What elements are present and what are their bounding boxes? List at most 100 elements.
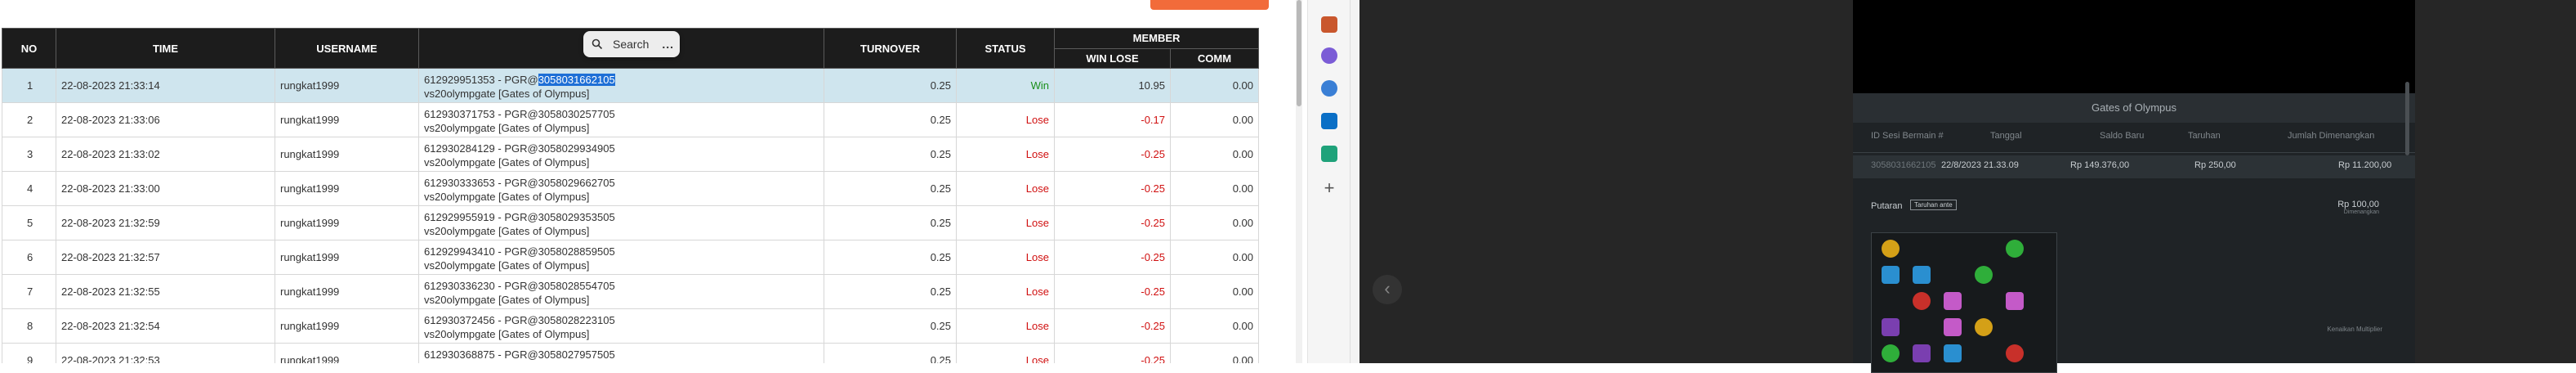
gem-symbol [1913, 292, 1931, 310]
action-button[interactable] [1150, 0, 1269, 10]
cell-status: Lose [956, 205, 1055, 240]
gem-symbol [1944, 344, 1962, 362]
cell-username: rungkat1999 [275, 240, 419, 275]
table-row[interactable]: 2 22-08-2023 21:33:06 rungkat1999 612930371… [2, 102, 1259, 137]
gem-symbol [1944, 318, 1962, 336]
cell-status: Lose [956, 274, 1055, 309]
session-bet: Rp 250,00 [2194, 160, 2236, 170]
cell-win-lose: -0.25 [1054, 274, 1171, 309]
cell-win-lose: -0.25 [1054, 137, 1171, 172]
slot-reel-grid [1871, 232, 2057, 373]
bet-history-report: NO TIME USERNAME TURNOVER STATUS MEMBER … [0, 0, 1307, 363]
cell-comm: 0.00 [1170, 68, 1259, 103]
cell-time: 22-08-2023 21:32:54 [56, 308, 275, 344]
cell-username: rungkat1999 [275, 102, 419, 137]
cell-win-lose: -0.25 [1054, 343, 1171, 363]
description-line-2: vs20olympgate [Gates of Olympus] [424, 155, 590, 169]
outlook-icon[interactable] [1321, 113, 1337, 129]
col-time: TIME [56, 28, 275, 69]
spin-win-caption: Dimenangkan [2343, 209, 2379, 215]
cell-win-lose: -0.25 [1054, 308, 1171, 344]
highlighted-round-id[interactable]: 3058031662105 [538, 73, 615, 86]
col-no: NO [2, 28, 56, 69]
gem-symbol [1882, 344, 1900, 362]
col-comm: COMM [1170, 47, 1259, 69]
hdr-amount-won: Jumlah Dimenangkan [2288, 131, 2375, 141]
cell-comm: 0.00 [1170, 205, 1259, 240]
table-row[interactable]: 6 22-08-2023 21:32:57 rungkat1999 612929943… [2, 240, 1259, 275]
cell-username: rungkat1999 [275, 343, 419, 363]
cell-turnover: 0.25 [824, 137, 957, 172]
table-row[interactable]: 7 22-08-2023 21:32:55 rungkat1999 612930336… [2, 274, 1259, 309]
table-row[interactable]: 4 22-08-2023 21:33:00 rungkat1999 612930333… [2, 171, 1259, 206]
gem-symbol [1944, 292, 1962, 310]
cell-description: 612929951353 - PGR@3058031662105 vs20olym… [418, 68, 824, 103]
multiplier-note: Kenaikan Multiplier [2327, 326, 2382, 333]
hdr-balance: Saldo Baru [2100, 131, 2145, 141]
session-balance: Rp 149.376,00 [2070, 160, 2130, 170]
more-options-icon[interactable]: ... [662, 38, 674, 51]
cell-no: 9 [2, 343, 56, 363]
cell-comm: 0.00 [1170, 274, 1259, 309]
session-won: Rp 11.200,00 [2338, 160, 2392, 170]
cell-win-lose: 10.95 [1054, 68, 1171, 103]
description-line-2: vs20olympgate [Gates of Olympus] [424, 327, 590, 340]
col-username: USERNAME [275, 28, 419, 69]
cell-username: rungkat1999 [275, 274, 419, 309]
table-row[interactable]: 8 22-08-2023 21:32:54 rungkat1999 612930372… [2, 308, 1259, 344]
cell-username: rungkat1999 [275, 205, 419, 240]
col-win-lose: WIN LOSE [1054, 47, 1171, 69]
cell-turnover: 0.25 [824, 171, 957, 206]
cell-no: 7 [2, 274, 56, 309]
description-line-2: vs20olympgate [Gates of Olympus] [424, 258, 590, 272]
bet-history-table: NO TIME USERNAME TURNOVER STATUS MEMBER … [2, 28, 1259, 363]
search-label: Search [613, 38, 650, 51]
floating-search-popup[interactable]: Search ... [583, 31, 680, 57]
cell-comm: 0.00 [1170, 343, 1259, 363]
cell-no: 3 [2, 137, 56, 172]
description-line-1: 612929955919 - PGR@3058029353505 [424, 210, 615, 223]
spin-label: Putaran [1871, 201, 1903, 211]
add-icon[interactable]: + [1321, 179, 1337, 197]
scrollbar-thumb[interactable] [1297, 0, 1301, 106]
previous-arrow-icon[interactable]: ‹ [1373, 275, 1402, 304]
game-history-panel: Gates of Olympus ID Sesi Bermain # Tangg… [1853, 0, 2415, 373]
toolbox-icon[interactable] [1321, 16, 1337, 33]
cell-status: Lose [956, 240, 1055, 275]
description-line-1: 612929951353 - PGR@ [424, 73, 538, 86]
table-row[interactable]: 5 22-08-2023 21:32:59 rungkat1999 612929955… [2, 205, 1259, 240]
session-row[interactable] [1853, 155, 2415, 178]
table-row[interactable]: 9 22-08-2023 21:32:53 rungkat1999 612930368… [2, 343, 1259, 363]
gem-symbol [2006, 240, 2024, 258]
spin-win-value: Rp 100,00 [2337, 200, 2379, 209]
description-line-1: 612930372456 - PGR@3058028223105 [424, 313, 615, 326]
cell-comm: 0.00 [1170, 240, 1259, 275]
description-line-1: 612930333653 - PGR@3058029662705 [424, 176, 615, 189]
cell-description: 612929943410 - PGR@3058028859505 vs20olym… [418, 240, 824, 275]
table-row[interactable]: 1 22-08-2023 21:33:14 rungkat1999 612929951… [2, 68, 1259, 103]
description-line-2: vs20olympgate [Gates of Olympus] [424, 87, 590, 100]
cell-no: 8 [2, 308, 56, 344]
cell-username: rungkat1999 [275, 137, 419, 172]
cell-time: 22-08-2023 21:33:06 [56, 102, 275, 137]
cell-turnover: 0.25 [824, 102, 957, 137]
cell-win-lose: -0.25 [1054, 171, 1171, 206]
shopping-icon[interactable] [1321, 146, 1337, 162]
people-icon[interactable] [1321, 47, 1337, 64]
cell-status: Lose [956, 308, 1055, 344]
table-row[interactable]: 3 22-08-2023 21:33:02 rungkat1999 612930284… [2, 137, 1259, 172]
cell-comm: 0.00 [1170, 171, 1259, 206]
hdr-bet: Taruhan [2188, 131, 2221, 141]
cell-status: Lose [956, 343, 1055, 363]
cell-no: 4 [2, 171, 56, 206]
panel-scrollbar[interactable] [2405, 82, 2409, 155]
cell-description: 612930336230 - PGR@3058028554705 vs20olym… [418, 274, 824, 309]
col-status: STATUS [956, 28, 1055, 69]
cell-status: Lose [956, 137, 1055, 172]
cell-description: 612930284129 - PGR@3058029934905 vs20olym… [418, 137, 824, 172]
copilot-icon[interactable] [1321, 80, 1337, 97]
gem-symbol [1913, 344, 1931, 362]
session-date: 22/8/2023 21.33.09 [1941, 160, 2019, 170]
cell-comm: 0.00 [1170, 102, 1259, 137]
gem-symbol [1882, 240, 1900, 258]
